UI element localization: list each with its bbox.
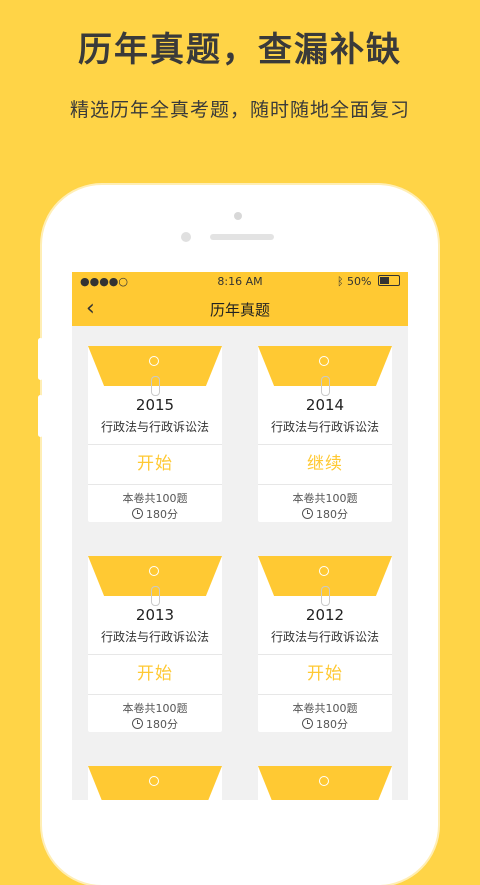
- question-count: 本卷共100题: [122, 702, 188, 715]
- exam-duration: 180分: [258, 716, 392, 732]
- divider: [258, 654, 392, 655]
- start-button[interactable]: 开始: [258, 656, 392, 692]
- pin-icon: [149, 566, 159, 576]
- duration-label: 180分: [316, 718, 348, 731]
- exam-card-partial[interactable]: [258, 766, 392, 800]
- duration-label: 180分: [316, 508, 348, 521]
- exam-card-2015[interactable]: 2015 行政法与行政诉讼法 开始 本卷共100题 180分: [88, 346, 222, 522]
- phone-camera: [181, 232, 191, 242]
- pin-icon: [319, 776, 329, 786]
- divider: [88, 484, 222, 485]
- bluetooth-icon: ᛒ: [336, 275, 344, 288]
- question-count: 本卷共100题: [122, 492, 188, 505]
- string-icon: [321, 586, 330, 606]
- string-icon: [151, 376, 160, 396]
- battery-icon: [378, 275, 400, 286]
- divider: [258, 444, 392, 445]
- exam-subject: 行政法与行政诉讼法: [100, 420, 209, 434]
- duration-label: 180分: [146, 508, 178, 521]
- exam-year: 2012: [305, 606, 345, 624]
- start-button[interactable]: 开始: [88, 446, 222, 482]
- divider: [88, 654, 222, 655]
- pin-icon: [319, 566, 329, 576]
- phone-speaker: [210, 234, 274, 240]
- pin-icon: [319, 356, 329, 366]
- page-title: 历年真题: [209, 301, 270, 319]
- exam-duration: 180分: [88, 506, 222, 522]
- app-screen: ●●●●○ 8:16 AM ᛒ 50% ‹ 历年真题 2015 行政法与行政诉讼…: [72, 272, 408, 800]
- clock-icon: [302, 718, 313, 729]
- exam-card-partial[interactable]: [88, 766, 222, 800]
- exam-duration: 180分: [88, 716, 222, 732]
- question-count: 本卷共100题: [292, 702, 358, 715]
- exam-subject: 行政法与行政诉讼法: [100, 630, 209, 644]
- status-bar: ●●●●○ 8:16 AM ᛒ 50%: [72, 272, 408, 290]
- battery-status: ᛒ 50%: [337, 275, 400, 288]
- exam-year: 2014: [305, 396, 345, 414]
- clock-icon: [302, 508, 313, 519]
- divider: [258, 484, 392, 485]
- clock-icon: [132, 508, 143, 519]
- battery-percent: 50%: [347, 275, 372, 288]
- duration-label: 180分: [146, 718, 178, 731]
- string-icon: [151, 586, 160, 606]
- exam-year: 2015: [135, 396, 175, 414]
- nav-bar: ‹ 历年真题: [72, 290, 408, 326]
- clock-icon: [132, 718, 143, 729]
- continue-button[interactable]: 继续: [258, 446, 392, 482]
- promo-subline: 精选历年全真考题，随时随地全面复习: [69, 99, 410, 121]
- pin-icon: [149, 356, 159, 366]
- string-icon: [321, 376, 330, 396]
- exam-year: 2013: [135, 606, 175, 624]
- divider: [88, 694, 222, 695]
- start-button[interactable]: 开始: [88, 656, 222, 692]
- exam-subject: 行政法与行政诉讼法: [270, 630, 379, 644]
- exam-card-2014[interactable]: 2014 行政法与行政诉讼法 继续 本卷共100题 180分: [258, 346, 392, 522]
- exam-subject: 行政法与行政诉讼法: [270, 420, 379, 434]
- exam-duration: 180分: [258, 506, 392, 522]
- exam-card-2013[interactable]: 2013 行政法与行政诉讼法 开始 本卷共100题 180分: [88, 556, 222, 732]
- pin-icon: [149, 776, 159, 786]
- divider: [258, 694, 392, 695]
- promo-headline: 历年真题，查漏补缺: [78, 30, 402, 70]
- exam-card-2012[interactable]: 2012 行政法与行政诉讼法 开始 本卷共100题 180分: [258, 556, 392, 732]
- divider: [88, 444, 222, 445]
- question-count: 本卷共100题: [292, 492, 358, 505]
- phone-sensor: [234, 212, 242, 220]
